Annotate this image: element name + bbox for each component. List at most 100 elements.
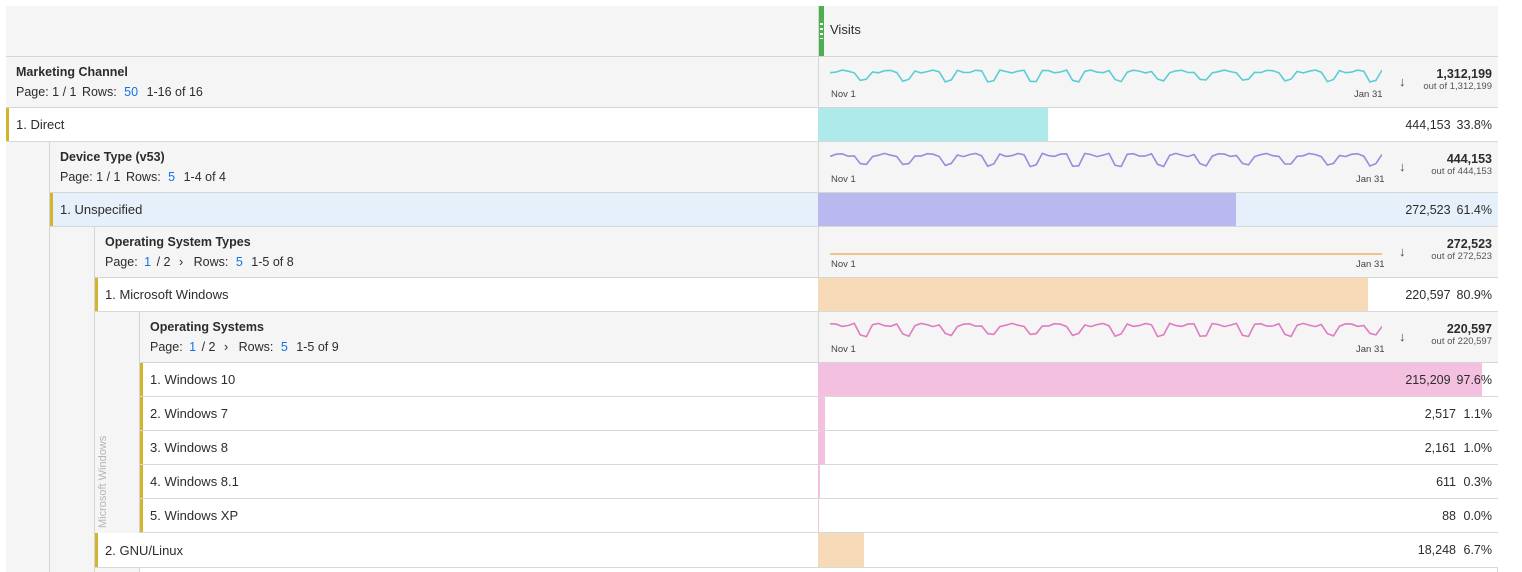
sort-descending-icon[interactable]: ↓	[1399, 159, 1406, 174]
row-range: 1-5 of 9	[296, 340, 339, 354]
dimension-title[interactable]: Marketing Channel	[16, 65, 128, 79]
dimension-title[interactable]: Operating Systems	[150, 320, 264, 334]
row-value-number: 18,248	[1417, 543, 1456, 557]
sparkline-end-label: Jan 31	[1356, 174, 1385, 185]
row-label[interactable]: 1. Windows 10	[150, 363, 235, 396]
row-label[interactable]: 3. Windows 8	[150, 431, 228, 464]
row-value-number: 444,153	[1405, 117, 1451, 132]
row-value-percent: 33.8%	[1456, 117, 1492, 132]
table-row[interactable]: 1. Microsoft Windows 220,597 80.9%	[95, 278, 1498, 312]
total-value: 444,153	[1446, 152, 1492, 166]
next-page-chevron-icon[interactable]: ›	[179, 255, 183, 269]
sort-descending-icon[interactable]: ↓	[1399, 329, 1406, 344]
row-indicator	[95, 533, 98, 567]
table-row[interactable]: 4. Windows 8.1 611 0.3%	[140, 465, 1498, 499]
sparkline-operating-systems	[830, 322, 1382, 338]
rows-label: Rows:	[81, 85, 117, 99]
column-divider	[818, 312, 819, 362]
row-label[interactable]: 1. Microsoft Windows	[105, 278, 229, 311]
rows-per-page-selector[interactable]: 5	[168, 170, 175, 184]
sparkline-end-label: Jan 31	[1356, 344, 1385, 355]
row-value-number: 215,209	[1405, 372, 1451, 387]
sparkline-device-type	[830, 152, 1382, 168]
row-label[interactable]: 2. Windows 7	[150, 397, 228, 430]
metric-total: 1,312,199 out of 1,312,199	[1423, 67, 1492, 92]
row-label[interactable]: 1. Unspecified	[60, 193, 142, 226]
page-label: Page: 1 / 1	[60, 170, 121, 184]
row-label[interactable]: 1. Direct	[16, 108, 64, 141]
rows-per-page-selector[interactable]: 50	[124, 85, 138, 99]
row-indicator	[140, 363, 143, 396]
column-resize-handle[interactable]	[819, 6, 824, 56]
metric-bar	[818, 431, 825, 464]
sparkline-end-label: Jan 31	[1356, 259, 1385, 270]
metric-header-visits[interactable]: Visits	[830, 22, 861, 37]
table-row[interactable]: 2. Windows 7 2,517 1.1%	[140, 397, 1498, 431]
row-value-number: 611	[1436, 474, 1456, 489]
row-value-percent: 61.4%	[1456, 202, 1492, 217]
rows-label: Rows:	[125, 170, 161, 184]
row-indicator	[140, 465, 143, 498]
column-header-row: Visits	[6, 6, 1498, 57]
row-value-percent: 0.0%	[1463, 508, 1493, 523]
total-value: 220,597	[1446, 322, 1492, 336]
metric-total: 272,523 out of 272,523	[1431, 237, 1492, 262]
row-value-number: 2,517	[1424, 406, 1456, 421]
row-value: 272,523 61.4%	[1405, 193, 1492, 226]
page-label: Page: 1 / 1	[16, 85, 77, 99]
row-label[interactable]: 2. GNU/Linux	[105, 533, 183, 567]
page-label: Page:	[105, 255, 138, 269]
row-value: 88 0.0%	[1442, 499, 1492, 532]
sort-descending-icon[interactable]: ↓	[1399, 74, 1406, 89]
row-value-number: 2,161	[1424, 440, 1456, 455]
next-page-chevron-icon[interactable]: ›	[224, 340, 228, 354]
row-value-percent: 80.9%	[1456, 287, 1492, 302]
row-value: 215,209 97.6%	[1405, 363, 1492, 396]
metric-bar	[818, 193, 1236, 226]
sort-descending-icon[interactable]: ↓	[1399, 244, 1406, 259]
sparkline-marketing-channel	[830, 69, 1382, 83]
indent-gutter-level2	[50, 227, 95, 572]
indent-gutter-level1	[6, 142, 50, 572]
sparkline-start-label: Nov 1	[831, 89, 856, 100]
page-total: / 2	[156, 255, 171, 269]
current-page-selector[interactable]: 1	[144, 255, 151, 269]
table-row[interactable]: 1. Unspecified 272,523 61.4%	[50, 193, 1498, 227]
metric-bar	[818, 278, 1368, 311]
sparkline-trend	[830, 69, 1382, 83]
rows-label: Rows:	[238, 340, 274, 354]
table-row[interactable]: 5. Windows XP 88 0.0%	[140, 499, 1498, 533]
row-value: 444,153 33.8%	[1405, 108, 1492, 141]
total-value: 272,523	[1446, 237, 1492, 251]
dimension-header-operating-systems: Operating Systems Page: 1 / 2 › Rows: 5 …	[140, 312, 1498, 363]
table-row[interactable]: 3. Windows 8 2,161 1.0%	[140, 431, 1498, 465]
table-row[interactable]: 1. Direct 444,153 33.8%	[6, 108, 1498, 142]
sparkline-start-label: Nov 1	[831, 344, 856, 355]
sparkline-start-label: Nov 1	[831, 174, 856, 185]
dimension-title[interactable]: Operating System Types	[105, 235, 251, 249]
sparkline-trend	[830, 152, 1382, 168]
row-range: 1-16 of 16	[146, 85, 203, 99]
current-page-selector[interactable]: 1	[189, 340, 196, 354]
page-label: Page:	[150, 340, 183, 354]
metric-total: 220,597 out of 220,597	[1431, 322, 1492, 347]
row-label[interactable]: 4. Windows 8.1	[150, 465, 239, 498]
table-row[interactable]: 2. GNU/Linux 18,248 6.7%	[95, 533, 1498, 568]
rows-label: Rows:	[193, 255, 229, 269]
total-value: 1,312,199	[1436, 67, 1492, 81]
dimension-title[interactable]: Device Type (v53)	[60, 150, 165, 164]
row-value-percent: 1.0%	[1463, 440, 1493, 455]
row-indicator	[50, 193, 53, 226]
row-label[interactable]: 5. Windows XP	[150, 499, 238, 532]
parent-item-label: Microsoft Windows	[97, 435, 109, 528]
rows-per-page-selector[interactable]: 5	[236, 255, 243, 269]
sparkline-start-label: Nov 1	[831, 259, 856, 270]
indent-gutter-level3: Microsoft Windows	[95, 312, 140, 533]
table-row[interactable]: 1. Windows 10 215,209 97.6%	[140, 363, 1498, 397]
rows-per-page-selector[interactable]: 5	[281, 340, 288, 354]
row-indicator	[140, 499, 143, 532]
row-value-percent: 97.6%	[1456, 372, 1492, 387]
column-divider	[818, 57, 819, 107]
indent-gutter-level3-next	[95, 568, 140, 572]
dimension-header-os-types: Operating System Types Page: 1 / 2 › Row…	[95, 227, 1498, 278]
